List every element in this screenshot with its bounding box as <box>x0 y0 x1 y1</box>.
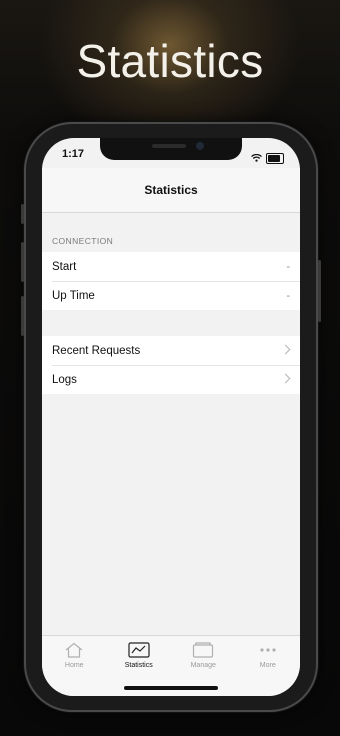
phone-frame: 1:17 Statistics CONNECTION Start - Up Ti… <box>21 124 321 710</box>
app-screen: 1:17 Statistics CONNECTION Start - Up Ti… <box>42 138 300 696</box>
phone-volume-down-button <box>21 296 24 336</box>
more-icon <box>236 642 301 658</box>
tab-bar: Home Statistics Manage More <box>42 635 300 696</box>
tab-label: Manage <box>190 662 216 669</box>
phone-volume-up-button <box>21 242 24 282</box>
wifi-icon <box>251 149 262 167</box>
tab-label: Statistics <box>124 662 153 669</box>
row-label: Recent Requests <box>52 344 141 357</box>
battery-icon <box>266 152 284 164</box>
folder-icon <box>171 642 236 658</box>
row-label: Up Time <box>52 289 95 302</box>
chevron-right-icon <box>280 373 291 384</box>
chart-icon <box>107 642 172 658</box>
front-camera <box>196 142 204 150</box>
page-title: Statistics <box>144 183 198 197</box>
row-up-time: Up Time - <box>42 281 300 310</box>
status-time: 1:17 <box>62 148 85 160</box>
row-label: Start <box>52 260 77 273</box>
phone-silent-switch <box>21 204 24 224</box>
navigation-bar: Statistics <box>42 168 300 213</box>
connection-group: Start - Up Time - <box>42 252 300 310</box>
tab-home[interactable]: Home <box>42 636 107 696</box>
row-value: - <box>286 260 290 273</box>
camera-notch <box>100 138 242 160</box>
tab-label: More <box>259 662 276 669</box>
row-recent-requests[interactable]: Recent Requests <box>42 336 300 365</box>
speaker-grille <box>152 144 186 148</box>
links-group: Recent Requests Logs <box>42 336 300 394</box>
section-header-connection: CONNECTION <box>52 236 114 246</box>
tab-label: Home <box>64 662 84 669</box>
phone-power-button <box>318 260 321 322</box>
tab-more[interactable]: More <box>236 636 301 696</box>
home-indicator[interactable] <box>124 686 218 690</box>
chevron-right-icon <box>280 344 291 355</box>
home-icon <box>42 642 107 658</box>
row-value: - <box>286 289 290 302</box>
status-icons <box>251 149 284 167</box>
row-label: Logs <box>52 373 77 386</box>
row-logs[interactable]: Logs <box>42 365 300 394</box>
row-start: Start - <box>42 252 300 281</box>
page-headline: Statistics <box>76 35 264 87</box>
